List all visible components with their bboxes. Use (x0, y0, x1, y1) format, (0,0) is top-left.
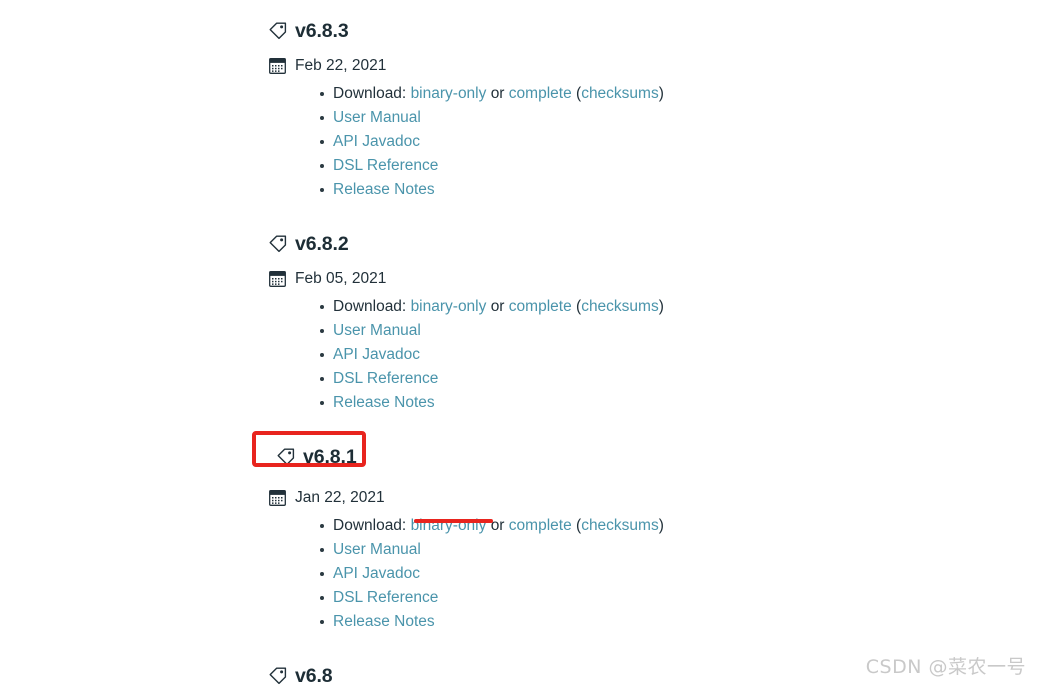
release-date: Jan 22, 2021 (295, 489, 385, 506)
list-item-download: Download: binary-only or complete (check… (268, 295, 968, 319)
release-notes-link[interactable]: Release Notes (333, 394, 435, 411)
complete-link[interactable]: complete (509, 85, 572, 102)
release-date: Feb 22, 2021 (295, 57, 387, 74)
or-label: or (490, 517, 505, 534)
list-item: User Manual (268, 319, 968, 343)
release-list: v6.8.3 Feb 22, 2021 Download: binary-onl… (268, 0, 968, 692)
list-item: API Javadoc (268, 130, 968, 154)
release-date-row: Feb 22, 2021 (268, 54, 968, 78)
dsl-reference-link[interactable]: DSL Reference (333, 157, 438, 174)
list-item: DSL Reference (268, 586, 968, 610)
close-paren: ) (658, 517, 664, 534)
api-javadoc-link[interactable]: API Javadoc (333, 346, 420, 363)
release-section: v6.8.2 Feb 05, 2021 Download: binary-onl… (268, 229, 968, 415)
user-manual-link[interactable]: User Manual (333, 541, 421, 558)
calendar-icon (269, 490, 286, 506)
release-version: v6.8 (295, 665, 333, 687)
checksums-link[interactable]: checksums (581, 517, 659, 534)
release-notes-link[interactable]: Release Notes (333, 181, 435, 198)
calendar-icon (269, 271, 286, 287)
list-item: Release Notes (268, 610, 968, 634)
release-section: v6.8 (268, 661, 968, 692)
release-version: v6.8.2 (295, 233, 349, 255)
close-paren: ) (658, 85, 664, 102)
release-section: v6.8.3 Feb 22, 2021 Download: binary-onl… (268, 16, 968, 202)
checksums-link[interactable]: checksums (581, 85, 659, 102)
complete-link[interactable]: complete (509, 517, 572, 534)
user-manual-link[interactable]: User Manual (333, 109, 421, 126)
api-javadoc-link[interactable]: API Javadoc (333, 133, 420, 150)
release-links-list: Download: binary-only or complete (check… (268, 514, 968, 634)
download-label: Download: (333, 517, 407, 534)
or-label: or (490, 298, 505, 315)
list-item: DSL Reference (268, 367, 968, 391)
dsl-reference-link[interactable]: DSL Reference (333, 370, 438, 387)
binary-only-link[interactable]: binary-only (411, 298, 487, 315)
binary-only-link[interactable]: binary-only (411, 85, 487, 102)
binary-only-link[interactable]: binary-only (411, 517, 487, 534)
dsl-reference-link[interactable]: DSL Reference (333, 589, 438, 606)
release-date-row: Jan 22, 2021 (268, 486, 968, 510)
download-label: Download: (333, 85, 407, 102)
release-heading: v6.8 (268, 661, 968, 691)
release-version: v6.8.3 (295, 20, 349, 42)
release-notes-link[interactable]: Release Notes (333, 613, 435, 630)
release-section-highlighted: v6.8.1 Jan 22, 2021 Download: binary-onl… (268, 442, 968, 634)
release-links-list: Download: binary-only or complete (check… (268, 82, 968, 202)
release-list-page: v6.8.3 Feb 22, 2021 Download: binary-onl… (0, 0, 1044, 692)
tag-icon (268, 234, 288, 254)
list-item-download: Download: binary-only or complete (check… (268, 82, 968, 106)
calendar-icon (269, 58, 286, 74)
release-date-row: Feb 05, 2021 (268, 267, 968, 291)
list-item: User Manual (268, 538, 968, 562)
release-links-list: Download: binary-only or complete (check… (268, 295, 968, 415)
release-date: Feb 05, 2021 (295, 270, 387, 287)
download-label: Download: (333, 298, 407, 315)
release-heading: v6.8.1 (276, 442, 968, 472)
api-javadoc-link[interactable]: API Javadoc (333, 565, 420, 582)
or-label: or (490, 85, 505, 102)
list-item: Release Notes (268, 178, 968, 202)
release-heading: v6.8.2 (268, 229, 968, 259)
watermark: CSDN @菜农一号 (865, 656, 1026, 678)
list-item: DSL Reference (268, 154, 968, 178)
tag-icon (276, 447, 296, 467)
tag-icon (268, 666, 288, 686)
list-item: API Javadoc (268, 343, 968, 367)
release-heading: v6.8.3 (268, 16, 968, 46)
complete-link[interactable]: complete (509, 298, 572, 315)
release-version: v6.8.1 (303, 446, 357, 468)
list-item: User Manual (268, 106, 968, 130)
close-paren: ) (658, 298, 664, 315)
list-item-download: Download: binary-only or complete (check… (268, 514, 968, 538)
list-item: Release Notes (268, 391, 968, 415)
tag-icon (268, 21, 288, 41)
user-manual-link[interactable]: User Manual (333, 322, 421, 339)
checksums-link[interactable]: checksums (581, 298, 659, 315)
list-item: API Javadoc (268, 562, 968, 586)
